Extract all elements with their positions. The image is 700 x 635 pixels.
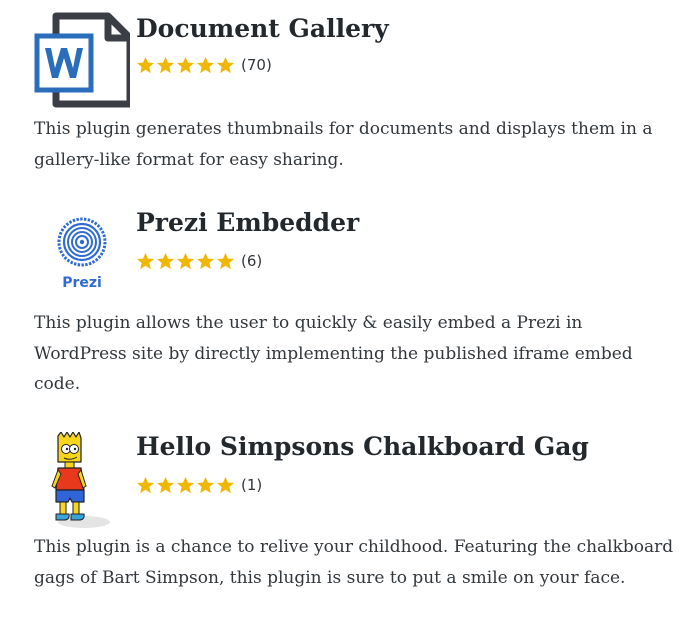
- star-filled-icon: [216, 252, 235, 269]
- prezi-logo-icon[interactable]: Prezi: [38, 208, 126, 296]
- star-rating: (70): [136, 53, 272, 77]
- star-filled-icon: [156, 252, 175, 269]
- plugin-title[interactable]: Prezi Embedder: [136, 208, 359, 238]
- star-filled-icon: [176, 476, 195, 493]
- stars: [136, 56, 235, 75]
- bart-simpson-icon[interactable]: [40, 431, 116, 532]
- star-filled-icon: [156, 476, 175, 493]
- plugin-description: This plugin allows the user to quickly &…: [34, 313, 633, 394]
- rating-count: (1): [241, 476, 263, 494]
- star-filled-icon: [196, 56, 215, 73]
- star-filled-icon: [216, 476, 235, 493]
- star-filled-icon: [196, 252, 215, 269]
- star-filled-icon: [176, 252, 195, 269]
- star-filled-icon: [136, 476, 155, 493]
- prezi-logo-text: Prezi: [62, 275, 102, 291]
- word-document-icon[interactable]: [34, 12, 134, 108]
- stars: [136, 476, 235, 495]
- star-filled-icon: [136, 56, 155, 73]
- plugin-description: This plugin is a chance to relive your c…: [34, 537, 674, 588]
- star-filled-icon: [196, 476, 215, 493]
- star-filled-icon: [156, 56, 175, 73]
- star-filled-icon: [216, 56, 235, 73]
- plugin-title[interactable]: Document Gallery: [136, 14, 389, 44]
- stars: [136, 252, 235, 271]
- star-filled-icon: [176, 56, 195, 73]
- plugin-title[interactable]: Hello Simpsons Chalkboard Gag: [136, 432, 589, 462]
- rating-count: (70): [241, 56, 272, 74]
- rating-count: (6): [241, 252, 263, 270]
- plugin-description: This plugin generates thumbnails for doc…: [34, 119, 653, 170]
- star-rating: (1): [136, 473, 262, 497]
- star-rating: (6): [136, 249, 262, 273]
- star-filled-icon: [136, 252, 155, 269]
